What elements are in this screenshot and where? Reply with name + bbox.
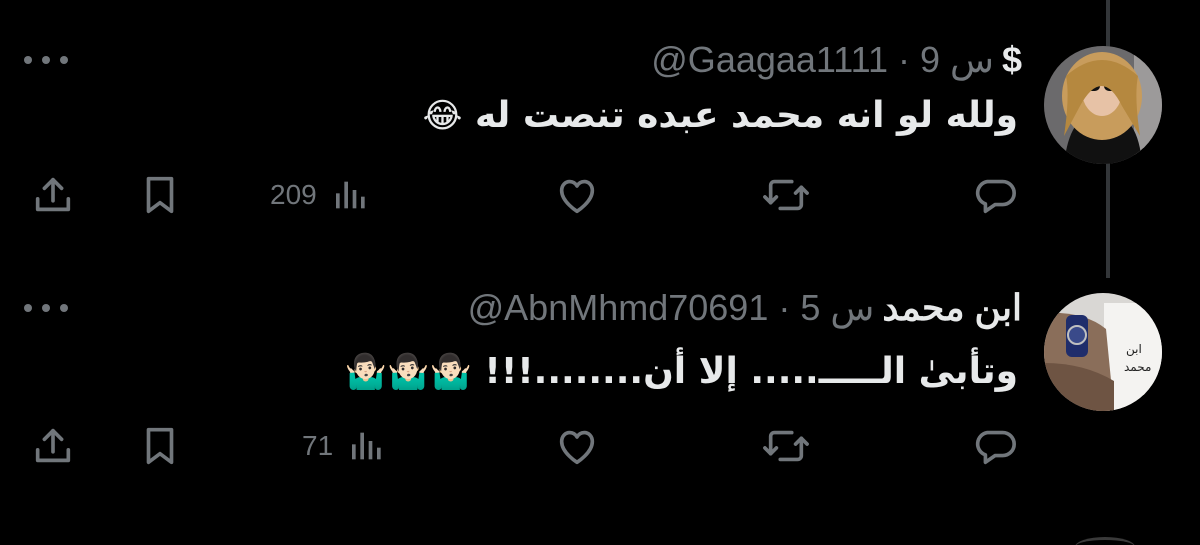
handle-and-time[interactable]: @AbnMhmd70691 · 5 س xyxy=(468,287,875,329)
like-icon[interactable] xyxy=(554,172,600,218)
reply-text-body: ولله لو انه محمد عبده تنصت له xyxy=(474,95,1018,136)
share-icon[interactable] xyxy=(30,423,76,469)
bookmark-icon[interactable] xyxy=(137,172,183,218)
handle-and-time[interactable]: @Gaagaa1111 · 9 س xyxy=(651,39,994,81)
display-name[interactable]: $ xyxy=(1002,39,1022,81)
svg-text:ابن: ابن xyxy=(1126,342,1142,357)
reply-icon[interactable] xyxy=(972,423,1018,469)
reply-header: ابن محمد @AbnMhmd70691 · 5 س xyxy=(468,286,1022,330)
user-avatar[interactable]: ابن محمد xyxy=(1044,293,1162,411)
person-shrugging-emoji: 🤷🏻‍♂️🤷🏻‍♂️🤷🏻‍♂️ xyxy=(344,352,472,392)
reply-text: ولله لو انه محمد عبده تنصت له 😂 xyxy=(423,88,1018,144)
next-reply-avatar[interactable] xyxy=(1075,537,1135,545)
user-avatar[interactable] xyxy=(1044,46,1162,164)
views-count: 71 xyxy=(302,430,334,461)
retweet-icon[interactable] xyxy=(763,423,809,469)
more-icon[interactable] xyxy=(24,298,68,318)
reply-thread: $ @Gaagaa1111 · 9 س ولله لو انه محمد عبد… xyxy=(0,0,1200,545)
reply-icon[interactable] xyxy=(972,172,1018,218)
views-icon xyxy=(335,181,365,209)
retweet-icon[interactable] xyxy=(763,172,809,218)
svg-text:محمد: محمد xyxy=(1124,360,1151,374)
views-count: 209 xyxy=(270,179,317,210)
views-counter[interactable]: 209 xyxy=(270,172,371,218)
share-icon[interactable] xyxy=(30,172,76,218)
more-icon[interactable] xyxy=(24,50,68,70)
reply-text-body: وتأبىٰ الـــــ..... إلا أن........!!! xyxy=(484,351,1018,392)
bookmark-icon[interactable] xyxy=(137,423,183,469)
views-icon xyxy=(352,432,381,460)
reply-header: $ @Gaagaa1111 · 9 س xyxy=(651,38,1022,82)
reply-text: وتأبىٰ الـــــ..... إلا أن........!!! 🤷🏻… xyxy=(345,344,1018,400)
views-counter[interactable]: 71 xyxy=(302,423,387,469)
face-with-tears-of-joy-emoji: 😂 xyxy=(422,96,463,136)
display-name[interactable]: ابن محمد xyxy=(882,287,1022,329)
like-icon[interactable] xyxy=(554,423,600,469)
